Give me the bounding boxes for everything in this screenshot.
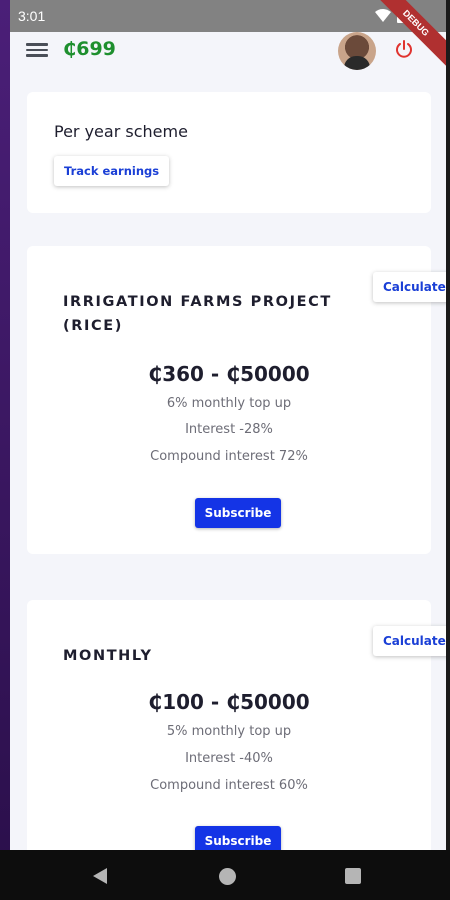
- wifi-icon: [375, 8, 391, 22]
- balance: ₵699: [63, 38, 116, 60]
- home-icon[interactable]: [219, 868, 236, 885]
- plan-detail: 5% monthly top up: [166, 724, 292, 739]
- plan-detail: Interest -40%: [185, 751, 273, 766]
- track-earnings-button[interactable]: Track earnings: [54, 156, 170, 186]
- scheme-title: Per year scheme: [54, 122, 188, 141]
- status-time: 3:01: [18, 8, 46, 24]
- system-nav-bar: [0, 850, 450, 900]
- back-icon[interactable]: [93, 868, 107, 884]
- recent-apps-icon[interactable]: [345, 868, 361, 884]
- status-bar: 3:01 DEBUG: [10, 0, 446, 72]
- power-icon[interactable]: [394, 39, 414, 59]
- menu-icon[interactable]: [26, 40, 48, 60]
- calculate-button[interactable]: Calculate: [373, 272, 446, 302]
- phone-screen: 3:01 DEBUG ₵699 Per year scheme Track ea…: [10, 0, 446, 900]
- plan-card: IRRIGATION FARMS PROJECT (RICE) ₵360 - ₵…: [27, 246, 431, 554]
- avatar[interactable]: [338, 32, 376, 70]
- background-edge-right: [446, 0, 450, 900]
- background-edge: [0, 0, 10, 900]
- plan-detail: Compound interest 72%: [150, 449, 308, 464]
- plan-detail: Compound interest 60%: [150, 778, 308, 793]
- plan-range: ₵360 - ₵50000: [148, 362, 310, 386]
- plan-title: MONTHLY: [63, 648, 153, 664]
- app-bar: ₵699: [10, 32, 446, 70]
- plan-detail: Interest -28%: [185, 422, 273, 437]
- plan-title: IRRIGATION FARMS PROJECT (RICE): [63, 294, 332, 334]
- subscribe-button[interactable]: Subscribe: [195, 498, 281, 528]
- plan-card: MONTHLY ₵100 - ₵50000 5% monthly top up …: [27, 600, 431, 860]
- plan-detail: 6% monthly top up: [166, 396, 292, 411]
- scheme-card: Per year scheme Track earnings: [27, 92, 431, 213]
- plan-range: ₵100 - ₵50000: [148, 690, 310, 714]
- calculate-button[interactable]: Calculate: [373, 626, 446, 656]
